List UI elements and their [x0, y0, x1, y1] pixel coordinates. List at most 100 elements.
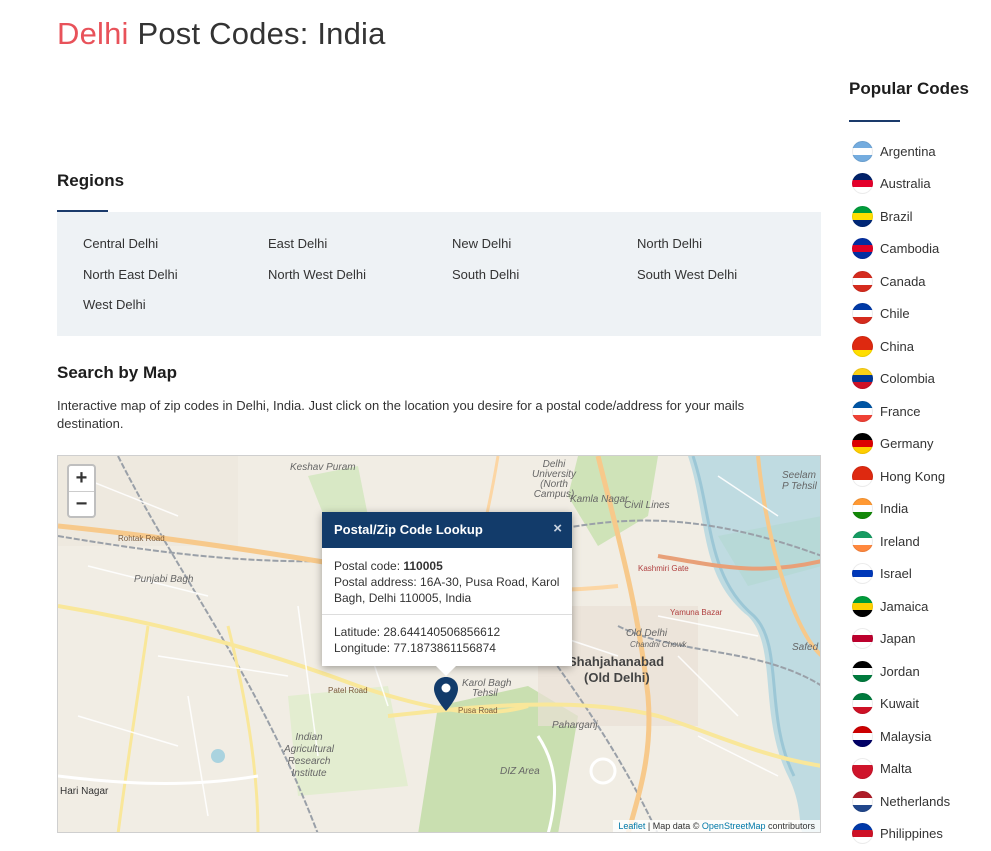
philippines-flag-icon [852, 823, 873, 844]
attribution-contributors: contributors [765, 821, 815, 831]
country-name: Japan [880, 631, 916, 646]
map-label-kashmiri-gate: Kashmiri Gate [638, 564, 689, 573]
regions-heading: Regions [57, 171, 125, 190]
latitude-label: Latitude: [334, 625, 384, 639]
country-name: Malta [880, 761, 912, 776]
map-label-pusa-road: Pusa Road [458, 706, 498, 715]
map-label-chandni-chowk: Chandni Chowk [630, 640, 687, 649]
country-link-argentina[interactable]: Argentina [852, 140, 936, 162]
popular-codes-heading: Popular Codes [849, 79, 969, 98]
map-label-safed: Safed [792, 642, 819, 653]
jordan-flag-icon [852, 660, 873, 682]
country-name: France [880, 403, 921, 419]
country-link-germany[interactable]: Germany [852, 433, 933, 455]
country-name: Israel [880, 566, 912, 581]
country-link-jordan[interactable]: Jordan [852, 660, 920, 682]
malaysia-flag-icon [852, 725, 873, 747]
country-link-jamaica[interactable]: Jamaica [852, 595, 928, 617]
country-link-malta[interactable]: Malta [852, 758, 912, 780]
country-name: Jamaica [880, 598, 929, 614]
colombia-flag-icon [852, 368, 873, 389]
country-link-netherlands[interactable]: Netherlands [852, 790, 950, 812]
country-name: Argentina [880, 143, 936, 159]
postal-code-label: Postal code: [334, 559, 404, 573]
country-link-france[interactable]: France [852, 400, 920, 422]
country-link-india[interactable]: India [852, 498, 908, 520]
map-label-indian-agri: Indian Agricultural Research Institute [283, 732, 335, 779]
map-zoom-control: + − [67, 464, 96, 518]
leaflet-link[interactable]: Leaflet [618, 821, 645, 831]
map-label-old-delhi-paren: (Old Delhi) [584, 670, 650, 685]
page-title-rest: Post Codes: India [128, 16, 386, 51]
region-link-south-west-delhi[interactable]: South West Delhi [637, 267, 737, 282]
country-link-japan[interactable]: Japan [852, 628, 915, 650]
country-name: Canada [880, 273, 926, 289]
location-pin-icon[interactable] [433, 676, 459, 712]
map-label-civil-lines: Civil Lines [624, 500, 670, 511]
country-link-chile[interactable]: Chile [852, 303, 910, 325]
region-link-central-delhi[interactable]: Central Delhi [83, 236, 158, 251]
map-label-kamla-nagar: Kamla Nagar [570, 494, 629, 505]
zoom-in-button[interactable]: + [69, 466, 94, 491]
country-link-brazil[interactable]: Brazil [852, 205, 913, 227]
region-link-north-east-delhi[interactable]: North East Delhi [83, 267, 178, 282]
popup-longitude-row: Longitude: 77.1873861156874 [334, 640, 560, 656]
openstreetmap-link[interactable]: OpenStreetMap [702, 821, 766, 831]
france-flag-icon [852, 400, 873, 422]
country-link-philippines[interactable]: Philippines [852, 823, 943, 845]
country-name: Kuwait [880, 696, 920, 711]
map-label-punjabi-bagh: Punjabi Bagh [134, 574, 194, 585]
longitude-label: Longitude: [334, 641, 394, 655]
regions-list: Central Delhi East Delhi New Delhi North… [57, 212, 821, 336]
country-name: Jordan [880, 663, 920, 679]
country-name: Malaysia [880, 728, 932, 744]
postal-code-map[interactable]: Keshav Puram Delhi University (North Cam… [57, 455, 821, 833]
region-link-north-west-delhi[interactable]: North West Delhi [268, 267, 366, 282]
zoom-out-button[interactable]: − [69, 491, 94, 516]
country-link-cambodia[interactable]: Cambodia [852, 238, 939, 260]
popup-close-icon[interactable]: × [553, 520, 562, 537]
region-link-south-delhi[interactable]: South Delhi [452, 267, 519, 282]
india-flag-icon [852, 498, 873, 519]
kuwait-flag-icon [852, 693, 873, 714]
map-attribution: Leaflet | Map data © OpenStreetMap contr… [613, 820, 820, 832]
country-name: Cambodia [880, 241, 940, 256]
argentina-flag-icon [852, 140, 873, 162]
map-label-seelampur: Seelam P Tehsil [782, 470, 817, 492]
region-link-north-delhi[interactable]: North Delhi [637, 236, 702, 251]
country-link-malaysia[interactable]: Malaysia [852, 725, 931, 747]
hong-kong-flag-icon [852, 465, 873, 487]
country-link-australia[interactable]: Australia [852, 173, 931, 195]
country-name: Colombia [880, 371, 935, 386]
region-link-new-delhi[interactable]: New Delhi [452, 236, 511, 251]
netherlands-flag-icon [852, 790, 873, 812]
attribution-text: | Map data © [645, 821, 702, 831]
region-link-east-delhi[interactable]: East Delhi [268, 236, 327, 251]
country-name: Hong Kong [880, 468, 946, 484]
country-link-kuwait[interactable]: Kuwait [852, 693, 919, 715]
popup-address-section: Postal code: 110005 Postal address: 16A-… [322, 548, 572, 614]
country-link-canada[interactable]: Canada [852, 270, 926, 292]
latitude-value: 28.644140506856612 [383, 625, 501, 639]
country-name: Brazil [880, 208, 913, 224]
popup-address-row: Postal address: 16A-30, Pusa Road, Karol… [334, 574, 560, 606]
popup-tip [435, 665, 457, 676]
popup-latitude-row: Latitude: 28.644140506856612 [334, 624, 560, 640]
map-label-rohtak-road: Rohtak Road [118, 534, 165, 543]
country-link-china[interactable]: China [852, 335, 914, 357]
country-name: Philippines [880, 826, 943, 841]
map-label-shahjahanabad: Shahjahanabad [568, 654, 665, 669]
malta-flag-icon [852, 758, 873, 779]
page-title-city: Delhi [57, 16, 129, 51]
ireland-flag-icon [852, 530, 873, 552]
country-link-israel[interactable]: Israel [852, 563, 912, 585]
map-label-keshav-puram: Keshav Puram [290, 462, 356, 473]
search-map-heading: Search by Map [57, 363, 177, 382]
country-link-colombia[interactable]: Colombia [852, 368, 935, 390]
map-label-tehsil: Tehsil [472, 688, 498, 699]
country-link-ireland[interactable]: Ireland [852, 530, 920, 552]
canada-flag-icon [852, 270, 873, 292]
region-link-west-delhi[interactable]: West Delhi [83, 297, 146, 312]
israel-flag-icon [852, 563, 873, 584]
country-link-hong-kong[interactable]: Hong Kong [852, 465, 945, 487]
